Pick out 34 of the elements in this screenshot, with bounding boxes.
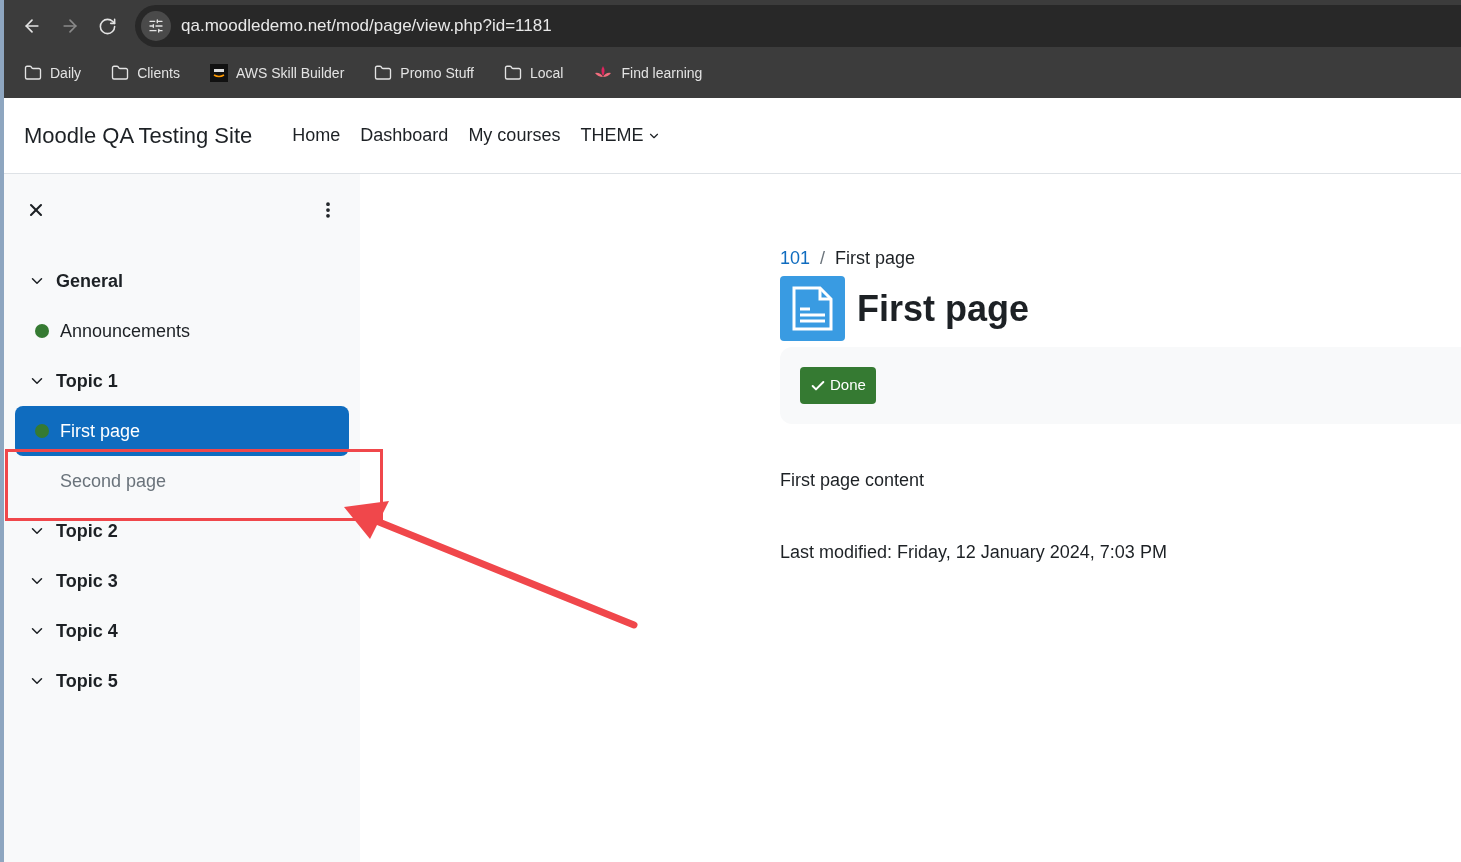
section-title[interactable]: Topic 1	[4, 356, 360, 406]
section-title[interactable]: General	[4, 256, 360, 306]
done-button[interactable]: Done	[800, 367, 876, 404]
section-title[interactable]: Topic 5	[4, 656, 360, 706]
section-title[interactable]: Topic 2	[4, 506, 360, 556]
bookmark[interactable]: Daily	[20, 62, 86, 84]
section-title[interactable]: Topic 4	[4, 606, 360, 656]
nav-link[interactable]: Home	[292, 122, 341, 149]
breadcrumb-item: First page	[835, 246, 916, 270]
page-title: First page	[857, 286, 1030, 331]
bookmark[interactable]: Find learning	[589, 62, 707, 84]
breadcrumb-item[interactable]: 101	[780, 244, 811, 272]
folder-icon	[504, 64, 522, 82]
bookmark[interactable]: Clients	[107, 62, 184, 84]
site-name[interactable]: Moodle QA Testing Site	[24, 119, 253, 152]
nav-link[interactable]: Dashboard	[360, 122, 449, 149]
breadcrumb-separator: /	[820, 246, 826, 270]
course-index-item[interactable]: First page	[15, 406, 349, 456]
page-icon	[780, 276, 845, 341]
course-index-item[interactable]: Announcements	[15, 306, 349, 356]
address-bar[interactable]: qa.moodledemo.net/mod/page/view.php?id=1181	[135, 5, 1461, 47]
reload-icon[interactable]	[98, 16, 117, 36]
folder-icon	[111, 64, 130, 82]
bookmark[interactable]: AWS Skill Builder	[205, 62, 349, 84]
page-content: First page content	[780, 469, 926, 492]
bookmark[interactable]: Promo Stuff	[370, 62, 478, 84]
folder-icon	[24, 64, 42, 82]
last-modified: Last modified: Friday, 12 January 2024, 7:03 PM	[780, 541, 1168, 564]
nav-link[interactable]: My courses	[468, 122, 561, 149]
bookmark[interactable]: Local	[500, 62, 568, 84]
section-title[interactable]: Topic 3	[4, 556, 360, 606]
nav-link[interactable]: THEME	[580, 122, 662, 149]
folder-icon	[374, 64, 393, 82]
site-info-icon[interactable]	[141, 11, 171, 41]
